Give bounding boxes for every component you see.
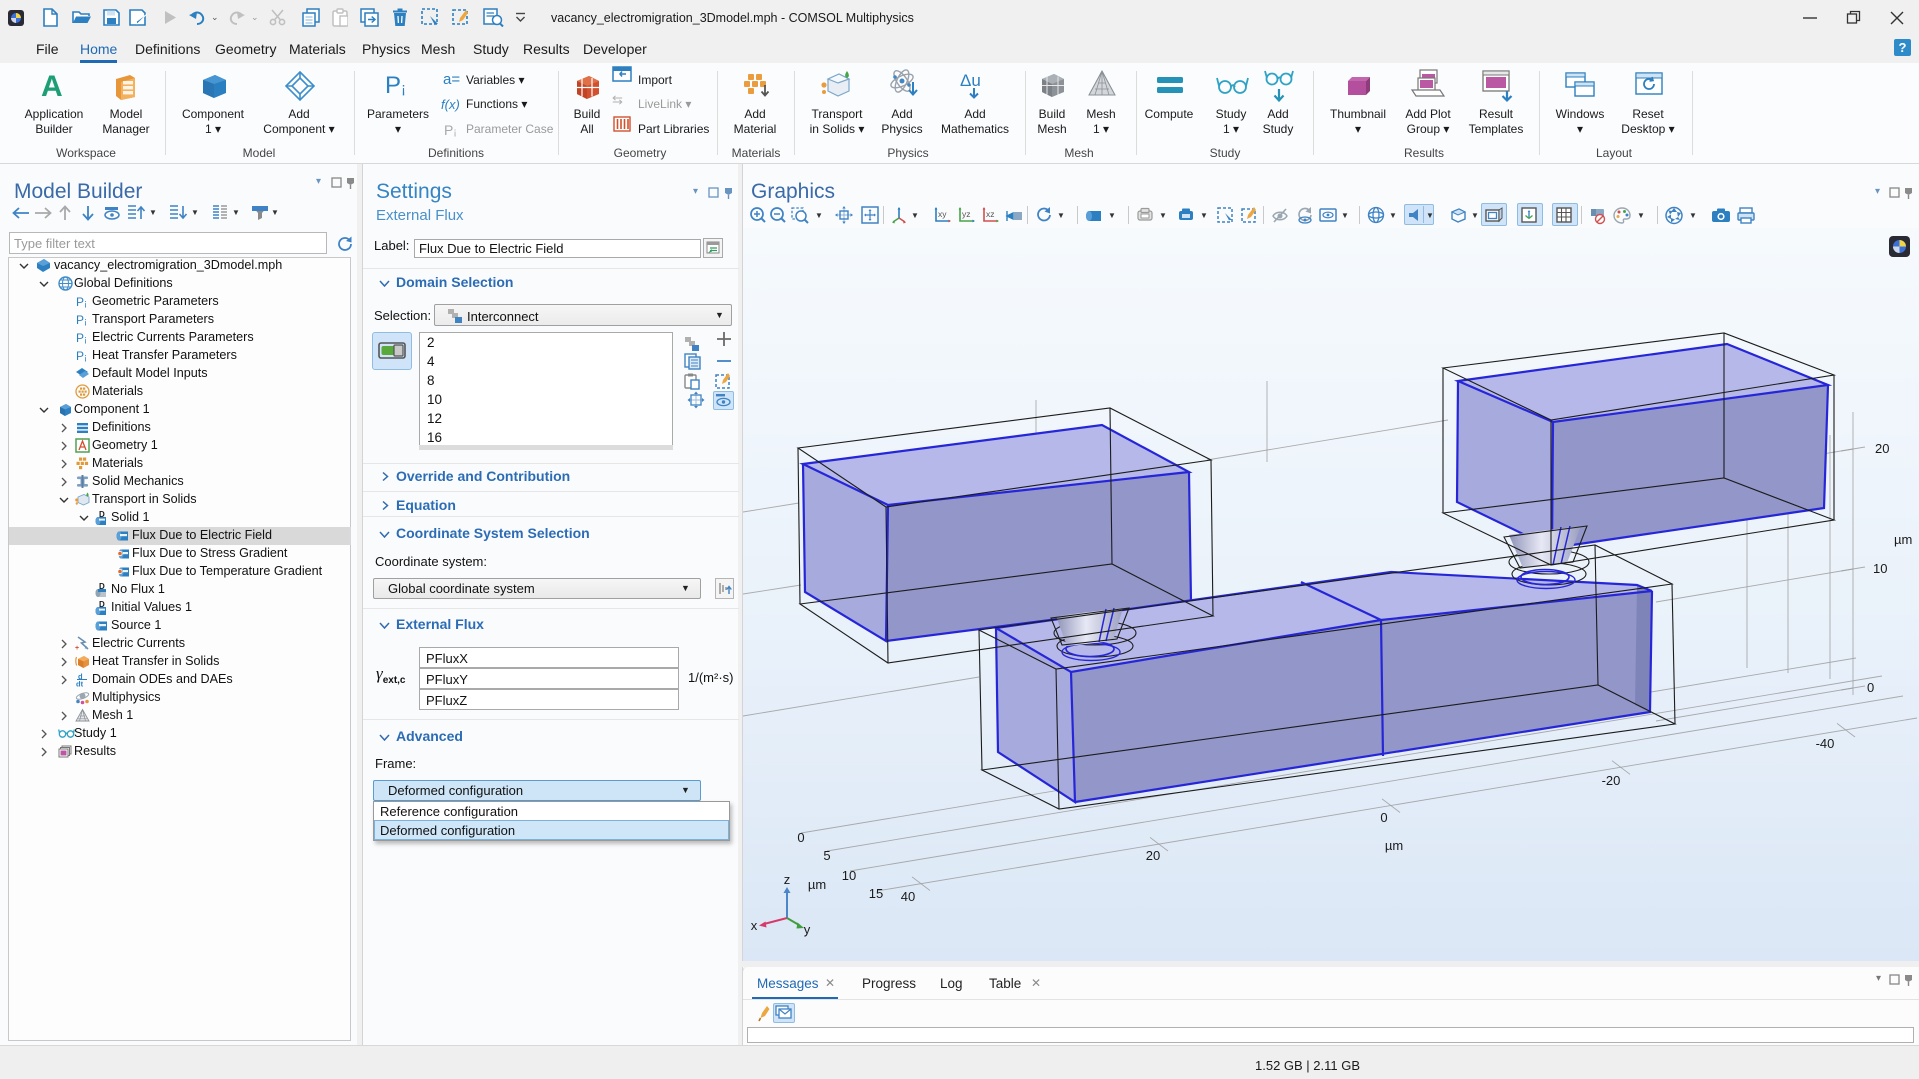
svg-text:z: z (784, 872, 791, 887)
svg-text:10: 10 (842, 868, 856, 883)
svg-text:µm: µm (1385, 838, 1403, 853)
svg-text:P¡: P¡ (76, 295, 87, 309)
svg-text:P¡: P¡ (76, 331, 87, 345)
svg-text:+: + (75, 645, 79, 651)
svg-text:_: _ (79, 646, 84, 651)
svg-text:-40: -40 (1816, 736, 1835, 751)
svg-text:0: 0 (1867, 680, 1874, 695)
svg-text:20: 20 (1146, 848, 1160, 863)
svg-text:-20: -20 (1602, 773, 1621, 788)
svg-text:x: x (751, 918, 758, 933)
svg-text:µm: µm (1894, 532, 1912, 547)
svg-text:15: 15 (869, 886, 883, 901)
svg-text:yz: yz (962, 209, 971, 219)
svg-text:0: 0 (1380, 810, 1387, 825)
svg-text:Δu: Δu (960, 71, 981, 90)
svg-text:P¡: P¡ (76, 313, 87, 327)
svg-text:40: 40 (901, 889, 915, 904)
svg-text:0: 0 (797, 830, 804, 845)
svg-text:xz: xz (986, 209, 995, 219)
svg-text:dt: dt (76, 680, 84, 688)
svg-text:20: 20 (1875, 441, 1889, 456)
svg-text:5: 5 (823, 848, 830, 863)
svg-text:10: 10 (1873, 561, 1887, 576)
svg-text:µm: µm (808, 877, 826, 892)
svg-text:y: y (804, 922, 811, 937)
svg-text:xy: xy (938, 209, 947, 219)
svg-text:P¡: P¡ (76, 349, 87, 363)
